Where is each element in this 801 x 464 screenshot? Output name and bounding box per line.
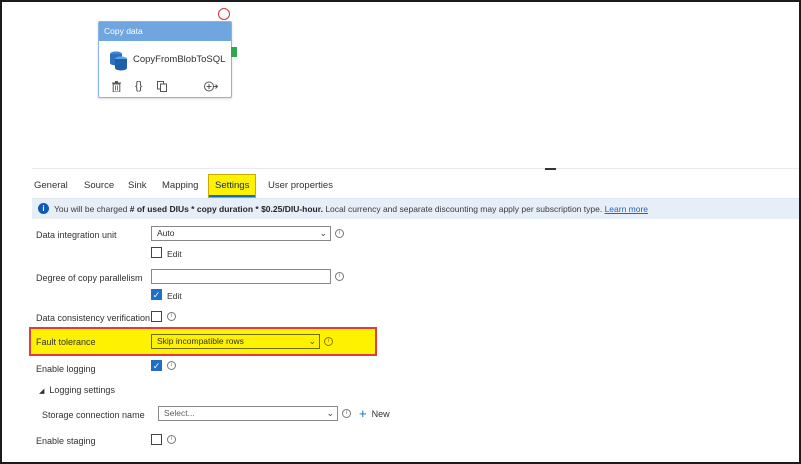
activity-status-circle[interactable]	[218, 8, 230, 20]
chevron-down-icon: ⌄	[326, 408, 334, 418]
delete-icon[interactable]	[112, 81, 121, 92]
storage-placeholder: Select...	[164, 408, 195, 418]
activity-success-port[interactable]	[231, 47, 237, 57]
activity-toolbar: {}	[110, 79, 220, 93]
code-icon[interactable]: {}	[135, 79, 142, 93]
caret-down-icon: ◢	[39, 388, 45, 395]
fault-tolerance-info-icon[interactable]: i	[324, 337, 333, 346]
parallelism-info-icon[interactable]: i	[335, 272, 344, 281]
tab-mapping[interactable]: Mapping	[162, 177, 198, 197]
banner-suffix: Local currency and separate discounting …	[322, 204, 605, 214]
tab-sink[interactable]: Sink	[128, 177, 146, 197]
plus-icon: +	[359, 406, 367, 421]
database-copy-icon	[110, 51, 127, 71]
add-output-icon[interactable]	[204, 81, 218, 92]
panel-resize-handle[interactable]	[545, 168, 556, 170]
diu-select[interactable]: Auto ⌄	[151, 226, 331, 241]
storage-select[interactable]: Select... ⌄	[158, 406, 338, 421]
storage-label: Storage connection name	[42, 410, 145, 420]
diu-value: Auto	[157, 228, 175, 238]
copy-icon[interactable]	[157, 81, 167, 92]
activity-name: CopyFromBlobToSQL	[133, 54, 226, 65]
chevron-down-icon: ⌄	[319, 228, 327, 238]
app-frame: Copy data CopyFromBlobToSQL {} General S…	[0, 0, 801, 464]
parallelism-label: Degree of copy parallelism	[36, 273, 143, 283]
consistency-label: Data consistency verification	[36, 313, 151, 323]
logging-info-icon[interactable]: i	[167, 361, 176, 370]
banner-bold: # of used DIUs * copy duration * $0.25/D…	[129, 204, 323, 214]
diu-edit-checkbox[interactable]	[151, 247, 162, 258]
learn-more-link[interactable]: Learn more	[605, 204, 648, 214]
tab-general[interactable]: General	[34, 177, 68, 197]
banner-text: You will be charged # of used DIUs * cop…	[54, 204, 648, 214]
new-connection-label: New	[371, 409, 390, 419]
staging-checkbox[interactable]	[151, 434, 162, 445]
storage-info-icon[interactable]: i	[342, 409, 351, 418]
staging-label: Enable staging	[36, 436, 96, 446]
new-connection-button[interactable]: + New	[359, 406, 390, 421]
staging-info-icon[interactable]: i	[167, 435, 176, 444]
fault-tolerance-label: Fault tolerance	[36, 337, 96, 347]
parallelism-edit-checkbox[interactable]: ✓	[151, 289, 162, 300]
parallelism-edit-label: Edit	[167, 291, 182, 301]
parallelism-input[interactable]	[151, 269, 331, 284]
diu-label: Data integration unit	[36, 230, 117, 240]
diu-info-icon[interactable]: i	[335, 229, 344, 238]
pricing-info-banner: i You will be charged # of used DIUs * c…	[32, 198, 799, 219]
logging-settings-toggle[interactable]: ◢ Logging settings	[39, 385, 115, 395]
consistency-info-icon[interactable]: i	[167, 312, 176, 321]
consistency-checkbox[interactable]	[151, 311, 162, 322]
tab-settings[interactable]: Settings	[208, 174, 257, 198]
logging-checkbox[interactable]: ✓	[151, 360, 162, 371]
tab-user-properties[interactable]: User properties	[268, 177, 333, 197]
info-icon: i	[38, 203, 49, 214]
activity-header: Copy data	[99, 22, 231, 41]
activity-body: CopyFromBlobToSQL	[99, 41, 231, 77]
tab-source[interactable]: Source	[84, 177, 114, 197]
banner-prefix: You will be charged	[54, 204, 130, 214]
logging-label: Enable logging	[36, 364, 96, 374]
logging-settings-label: Logging settings	[49, 385, 115, 395]
chevron-down-icon: ⌄	[308, 336, 316, 346]
fault-tolerance-select[interactable]: Skip incompatible rows ⌄	[151, 334, 320, 349]
fault-tolerance-value: Skip incompatible rows	[157, 336, 244, 346]
panel-divider	[32, 168, 799, 169]
diu-edit-label: Edit	[167, 249, 182, 259]
